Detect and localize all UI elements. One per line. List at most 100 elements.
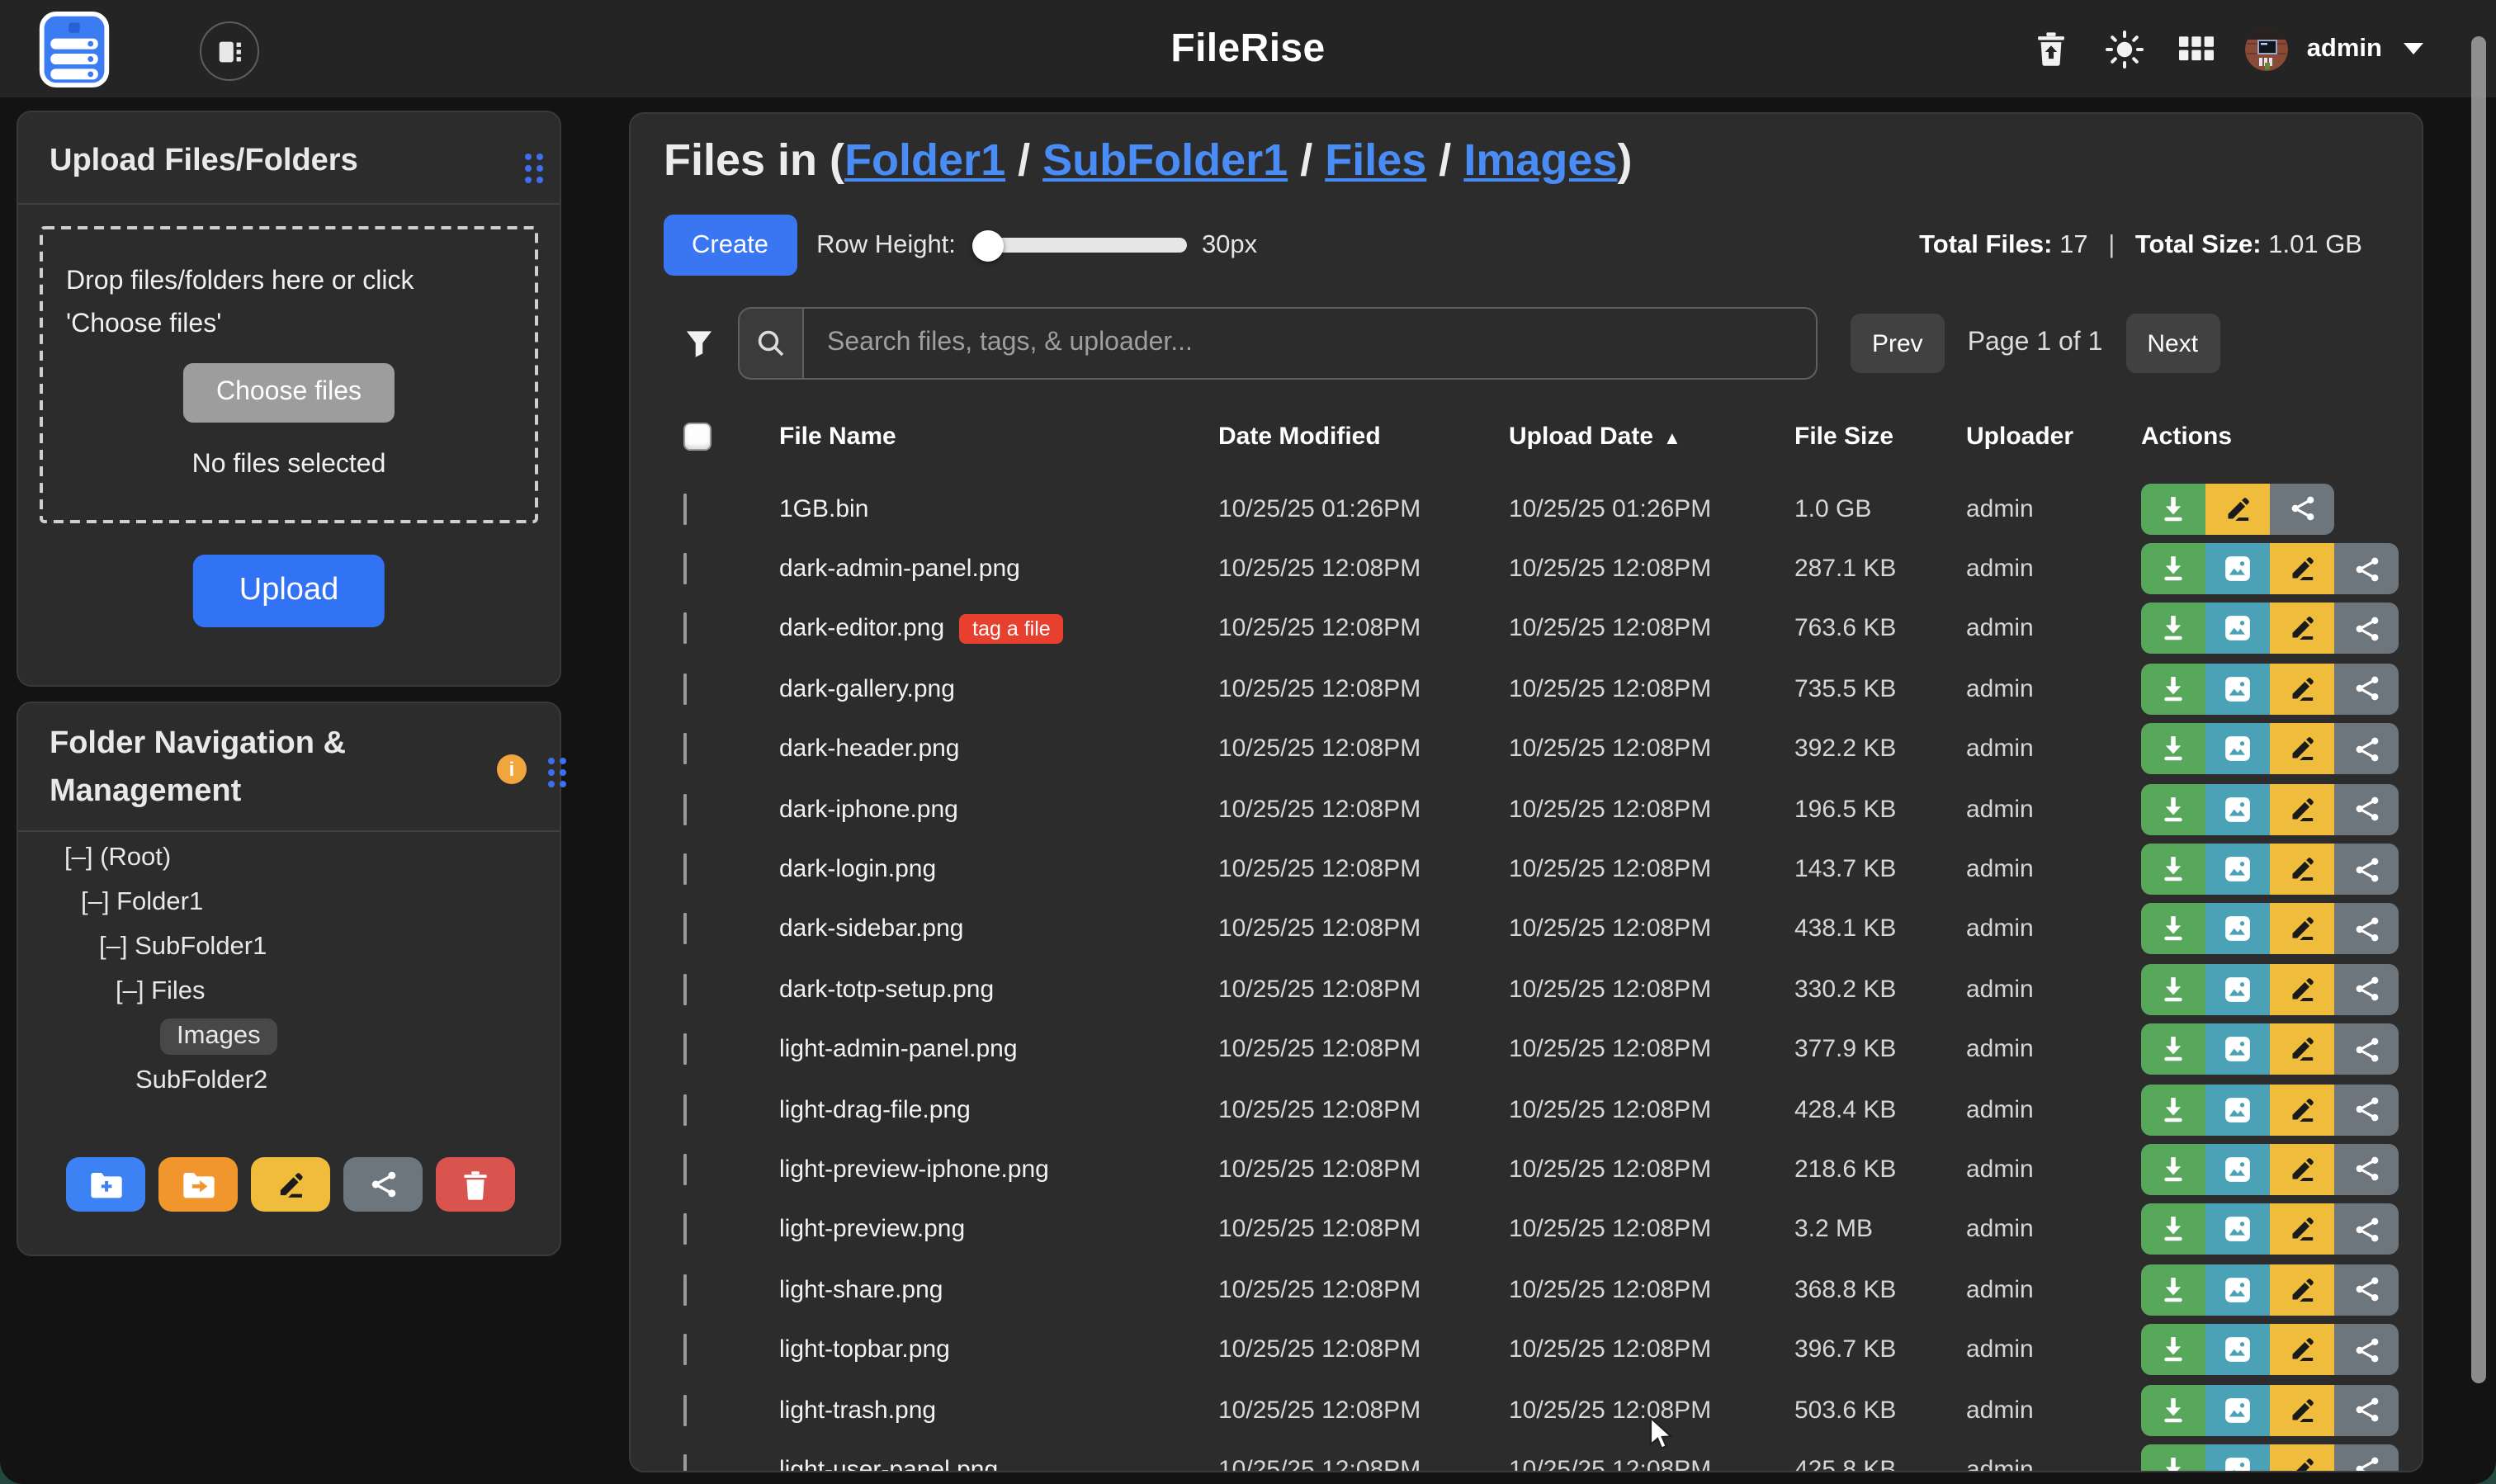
drag-handle-icon[interactable] [525,154,543,183]
file-dropzone[interactable]: Drop files/folders here or click 'Choose… [40,226,538,523]
share-button[interactable] [2334,1384,2399,1435]
share-button[interactable] [2334,1084,2399,1135]
share-button[interactable] [2334,603,2399,655]
share-button[interactable] [2334,1444,2399,1472]
avatar[interactable] [2246,27,2289,70]
trash-restore-icon[interactable] [2036,31,2068,66]
download-button[interactable] [2141,664,2205,715]
share-button[interactable] [2334,1264,2399,1316]
tree-item-images[interactable]: Images [18,1014,560,1058]
share-button[interactable] [2334,1324,2399,1375]
tree-expander[interactable]: [–] [116,976,151,1006]
download-button[interactable] [2141,1324,2205,1375]
preview-button[interactable] [2205,1264,2270,1316]
share-button[interactable] [2334,1023,2399,1075]
file-name[interactable]: light-drag-file.png [779,1095,971,1123]
row-checkbox[interactable] [683,1154,687,1185]
preview-button[interactable] [2205,1384,2270,1435]
download-button[interactable] [2141,1023,2205,1075]
tree-expander[interactable]: [–] [64,843,100,872]
edit-button[interactable] [2270,1324,2334,1375]
row-checkbox[interactable] [683,793,687,825]
user-menu-caret-icon[interactable] [2404,43,2423,54]
download-button[interactable] [2141,543,2205,594]
column-header-date-modified[interactable]: Date Modified [1218,422,1509,450]
tree-item-label[interactable]: SubFolder2 [135,1066,267,1095]
edit-button[interactable] [2270,1384,2334,1435]
share-button[interactable] [2334,1144,2399,1195]
download-button[interactable] [2141,844,2205,895]
edit-button[interactable] [2270,1204,2334,1255]
column-header-file-size[interactable]: File Size [1794,422,1966,450]
download-button[interactable] [2141,1084,2205,1135]
next-page-button[interactable]: Next [2125,314,2219,373]
column-header-uploader[interactable]: Uploader [1966,422,2141,450]
share-button[interactable] [2334,783,2399,834]
edit-button[interactable] [2270,1264,2334,1316]
drag-handle-icon[interactable] [548,758,566,787]
row-checkbox[interactable] [683,1454,687,1472]
preview-button[interactable] [2205,1204,2270,1255]
file-name[interactable]: dark-gallery.png [779,675,955,703]
tree-item-root[interactable]: [–] (Root) [18,835,560,880]
preview-button[interactable] [2205,1084,2270,1135]
filter-funnel-icon[interactable] [683,328,715,358]
file-name[interactable]: dark-sidebar.png [779,915,964,943]
edit-button[interactable] [2270,904,2334,955]
download-button[interactable] [2141,483,2205,534]
share-button[interactable] [2334,543,2399,594]
edit-button[interactable] [2270,964,2334,1015]
share-button[interactable] [2334,724,2399,775]
create-button[interactable]: Create [664,215,797,276]
rename-folder-button[interactable] [251,1157,330,1212]
preview-button[interactable] [2205,964,2270,1015]
share-button[interactable] [2334,1204,2399,1255]
row-checkbox[interactable] [683,613,687,645]
share-folder-button[interactable] [343,1157,423,1212]
row-checkbox[interactable] [683,1094,687,1125]
tree-item-label[interactable]: Folder1 [116,887,203,917]
tree-item-subfolder2[interactable]: SubFolder2 [18,1058,560,1103]
preview-button[interactable] [2205,1144,2270,1195]
upload-button[interactable]: Upload [193,555,385,627]
column-header-upload-date[interactable]: Upload Date▲ [1509,422,1794,450]
tree-expander[interactable]: [–] [81,887,116,917]
file-name[interactable]: light-preview-iphone.png [779,1156,1049,1184]
breadcrumb-link-images[interactable]: Images [1463,135,1617,185]
edit-button[interactable] [2270,724,2334,775]
row-checkbox[interactable] [683,1394,687,1425]
share-button[interactable] [2270,483,2334,534]
edit-button[interactable] [2270,1084,2334,1135]
file-name[interactable]: light-trash.png [779,1396,936,1424]
breadcrumb-link-subfolder1[interactable]: SubFolder1 [1042,135,1288,185]
breadcrumb-link-folder1[interactable]: Folder1 [844,135,1005,185]
tag-badge[interactable]: tag a file [959,614,1064,644]
download-button[interactable] [2141,603,2205,655]
download-button[interactable] [2141,904,2205,955]
file-name[interactable]: dark-totp-setup.png [779,976,994,1004]
row-checkbox[interactable] [683,914,687,945]
prev-page-button[interactable]: Prev [1851,314,1945,373]
preview-button[interactable] [2205,844,2270,895]
edit-button[interactable] [2270,1444,2334,1472]
file-name[interactable]: dark-iphone.png [779,795,958,823]
tree-item-label[interactable]: SubFolder1 [135,932,267,962]
row-checkbox[interactable] [683,1214,687,1245]
breadcrumb-link-files[interactable]: Files [1325,135,1426,185]
download-button[interactable] [2141,1204,2205,1255]
tree-item-folder1[interactable]: [–] Folder1 [18,880,560,924]
preview-button[interactable] [2205,603,2270,655]
edit-button[interactable] [2270,1144,2334,1195]
search-input[interactable] [802,307,1818,380]
row-checkbox[interactable] [683,974,687,1005]
file-name[interactable]: 1GB.bin [779,494,868,522]
create-folder-button[interactable] [66,1157,145,1212]
row-checkbox[interactable] [683,553,687,584]
edit-button[interactable] [2270,603,2334,655]
download-button[interactable] [2141,1444,2205,1472]
download-button[interactable] [2141,964,2205,1015]
preview-button[interactable] [2205,543,2270,594]
download-button[interactable] [2141,1384,2205,1435]
row-checkbox[interactable] [683,1274,687,1306]
edit-button[interactable] [2270,543,2334,594]
